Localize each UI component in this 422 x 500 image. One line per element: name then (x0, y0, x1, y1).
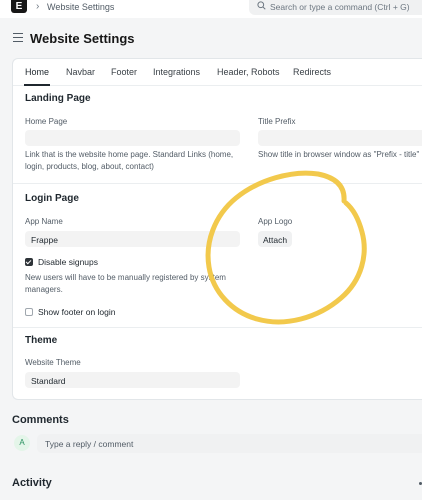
show-footer-checkbox[interactable] (25, 308, 33, 316)
active-tab-indicator (24, 84, 50, 86)
disable-signups-description: New users will have to be manually regis… (25, 272, 226, 296)
home-page-description-line: login, products, blog, about, contact) (25, 162, 154, 171)
section-title-login: Login Page (25, 193, 79, 204)
comment-input[interactable]: Type a reply / comment (37, 434, 422, 453)
hamburger-icon[interactable] (13, 33, 23, 42)
home-page-label: Home Page (25, 117, 68, 126)
search-input[interactable]: Search or type a command (Ctrl + G) (270, 2, 410, 12)
section-title-theme: Theme (25, 335, 58, 346)
website-theme-label: Website Theme (25, 358, 81, 367)
tab-header-robots[interactable]: Header, Robots (217, 67, 280, 77)
avatar: A (14, 435, 30, 451)
tab-navbar[interactable]: Navbar (66, 67, 95, 77)
home-page-input[interactable] (25, 130, 240, 146)
tab-bar: Home Navbar Footer Integrations Header, … (13, 59, 422, 86)
show-footer-label[interactable]: Show footer on login (38, 307, 116, 317)
settings-form: Home Navbar Footer Integrations Header, … (12, 58, 422, 400)
disable-signups-description-line: New users will have to be manually regis… (25, 273, 226, 282)
disable-signups-checkbox[interactable] (25, 258, 33, 266)
app-logo[interactable]: E (11, 0, 27, 13)
section-divider (13, 183, 422, 184)
tab-integrations[interactable]: Integrations (153, 67, 200, 77)
search-icon (257, 1, 266, 10)
title-prefix-description: Show title in browser window as "Prefix … (258, 150, 420, 159)
disable-signups-description-line: managers. (25, 285, 63, 294)
section-title-landing: Landing Page (25, 93, 91, 104)
disable-signups-label[interactable]: Disable signups (38, 257, 98, 267)
section-divider (13, 327, 422, 328)
app-logo-label: App Logo (258, 217, 293, 226)
home-page-description: Link that is the website home page. Stan… (25, 149, 233, 173)
tab-footer[interactable]: Footer (111, 67, 137, 77)
breadcrumb-separator: › (36, 1, 40, 12)
search-bar[interactable]: Search or type a command (Ctrl + G) (249, 0, 422, 15)
title-prefix-input[interactable] (258, 130, 422, 146)
breadcrumb[interactable]: Website Settings (47, 2, 114, 12)
website-theme-input[interactable]: Standard (25, 372, 240, 388)
comment-placeholder: Type a reply / comment (45, 439, 134, 449)
title-prefix-label: Title Prefix (258, 117, 296, 126)
tab-home[interactable]: Home (25, 67, 49, 77)
attach-button[interactable]: Attach (258, 231, 293, 247)
activity-heading: Activity (12, 477, 52, 489)
app-name-input[interactable]: Frappe (25, 231, 240, 247)
tab-redirects[interactable]: Redirects (293, 67, 331, 77)
page-title: Website Settings (30, 31, 135, 46)
navbar: E › Website Settings Search or type a co… (0, 0, 422, 18)
app-name-label: App Name (25, 217, 63, 226)
home-page-description-line: Link that is the website home page. Stan… (25, 150, 234, 159)
comments-heading: Comments (12, 414, 69, 426)
